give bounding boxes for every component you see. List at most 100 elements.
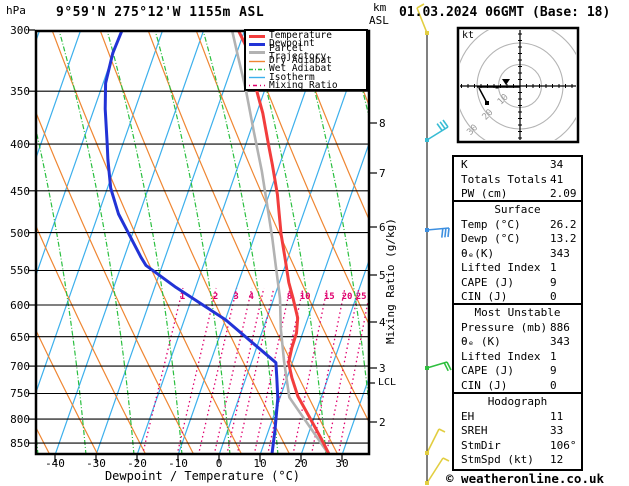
most-unstable-table: Most Unstable Pressure (mb) 886 θₑ (K) 343 Li…: [452, 303, 583, 396]
table-section-title: Hodograph: [487, 395, 548, 408]
hodograph-unit-label: kt: [462, 30, 475, 41]
stat-label: CAPE (J): [461, 275, 514, 289]
hodograph-end-marker: [485, 101, 489, 105]
isotherm-line: [178, 32, 327, 453]
dry-adiabat-line: [52, 32, 242, 453]
km-tick-label: 3: [379, 362, 386, 375]
pressure-tick-label: 600: [10, 299, 30, 312]
wind-barb-feather: [444, 228, 447, 238]
pressure-tick-label: 750: [10, 387, 30, 400]
table-row: θₑ (K) 343: [454, 335, 581, 350]
mixing-ratio-value-label: 3: [233, 292, 238, 302]
legend-line-sample: [249, 60, 265, 62]
stat-label: StmDir: [461, 438, 501, 452]
table-row: K 34: [454, 158, 581, 173]
wind-barb-feather: [441, 228, 444, 238]
x-axis-title: Dewpoint / Temperature (°C): [104, 469, 301, 483]
table-row: Pressure (mb) 886: [454, 321, 581, 336]
pressure-tick-label: 500: [10, 227, 30, 240]
table-row: StmSpd (kt) 12: [454, 453, 581, 468]
pressure-axis-unit: hPa: [6, 4, 26, 17]
stat-label: θₑ (K): [461, 335, 501, 348]
altitude-axis-unit-km: km: [373, 1, 387, 14]
km-tick-label: 2: [379, 416, 386, 429]
mixing-ratio-value-label: 20: [342, 292, 353, 302]
stat-label: CIN (J): [461, 378, 508, 392]
stat-label: CIN (J): [461, 290, 508, 303]
mixing-ratio-value-label: 2: [213, 292, 218, 302]
stat-label: Temp (°C): [461, 217, 521, 231]
table-row: EH 11: [454, 410, 581, 425]
stat-label: Totals Totals: [461, 172, 548, 186]
stat-value: 41: [550, 172, 564, 186]
stat-value: 1: [550, 261, 557, 274]
stat-value: 0: [550, 378, 557, 392]
stat-value: 106°: [550, 438, 577, 452]
legend-line-sample: [249, 42, 265, 46]
stat-value: 886: [550, 320, 570, 334]
stat-label: Pressure (mb): [461, 320, 548, 334]
stat-label: Dewp (°C): [461, 232, 521, 245]
pressure-tick-label: 800: [10, 413, 30, 426]
temperature-tick-label: 0: [215, 457, 223, 470]
table-row: StmDir 106°: [454, 439, 581, 454]
stat-value: 9: [550, 364, 557, 377]
isotherm-line: [96, 32, 245, 453]
temperature-tick-label: -10: [168, 457, 188, 470]
table-row: Totals Totals 41: [454, 173, 581, 188]
pressure-tick-label: 700: [10, 360, 30, 373]
stat-label: K: [461, 158, 468, 171]
temperature-tick-label: 20: [294, 457, 308, 470]
pressure-tick-label: 400: [10, 138, 30, 151]
km-tick-label: 5: [379, 269, 386, 282]
surface-table: Surface Temp (°C) 26.2 Dewp (°C) 13.2 θₑ(K) 34…: [452, 200, 583, 308]
table-row: CAPE (J) 9: [454, 276, 581, 291]
km-tick-label: 4: [379, 316, 386, 329]
mixing-ratio-line: [226, 287, 265, 453]
table-row: Dewp (°C) 13.2: [454, 232, 581, 247]
legend-line-sample: [249, 68, 265, 71]
table-row: SREH 33: [454, 424, 581, 439]
dry-adiabat-line: [148, 32, 338, 453]
stat-value: 343: [550, 335, 570, 348]
km-tick-label: 7: [379, 167, 386, 180]
pressure-tick-label: 550: [10, 264, 30, 277]
stat-label: CAPE (J): [461, 364, 514, 377]
pressure-tick-label: 450: [10, 185, 30, 198]
wind-barb-staff: [426, 428, 440, 454]
pressure-tick-label: 300: [10, 24, 30, 37]
stat-value: 9: [550, 275, 557, 289]
wet-adiabat-line: [58, 32, 135, 453]
temperature-tick-label: -30: [86, 457, 106, 470]
km-tick-label: 8: [379, 117, 386, 130]
mixing-ratio-value-label: 25: [356, 292, 367, 302]
wet-adiabat-line: [202, 32, 279, 453]
mixing-ratio-value-label: 10: [300, 292, 311, 302]
table-row: CAPE (J) 9: [454, 364, 581, 379]
skewt-sounding-page: 1 2 3 4 8 10 15 20 25 10 20 30 9°59'N 275°12'W 1155…: [0, 0, 629, 486]
legend-item-label: Mixing Ratio: [269, 79, 338, 91]
stat-value: 2.09: [550, 187, 577, 200]
stat-label: SREH: [461, 424, 488, 437]
mixing-ratio-value-label: 4: [249, 292, 255, 302]
stat-label: StmSpd (kt): [461, 453, 534, 466]
stability-indices-table: K 34 Totals Totals 41 PW (cm) 2.09: [452, 155, 583, 205]
pressure-tick-label: 650: [10, 331, 30, 344]
table-row: Lifted Index 1: [454, 350, 581, 365]
stat-label: EH: [461, 409, 475, 423]
altitude-axis-unit-asl: ASL: [369, 14, 389, 27]
isotherm-line: [219, 32, 368, 453]
dry-adiabat-line: [100, 32, 290, 453]
km-tick-label: 6: [379, 221, 386, 234]
stat-value: 26.2: [550, 217, 577, 231]
hodograph-point-marker: [495, 85, 499, 89]
legend-line-sample: [249, 34, 265, 38]
stat-value: 0: [550, 290, 557, 303]
table-row: θₑ(K) 343: [454, 247, 581, 262]
stat-label: PW (cm): [461, 187, 508, 200]
datetime-title: 01.03.2024 06GMT (Base: 18): [399, 5, 611, 20]
wet-adiabat-line: [298, 32, 368, 401]
mixing-ratio-line: [176, 287, 217, 453]
stat-label: Lifted Index: [461, 261, 541, 274]
temperature-tick-label: 30: [335, 457, 349, 470]
